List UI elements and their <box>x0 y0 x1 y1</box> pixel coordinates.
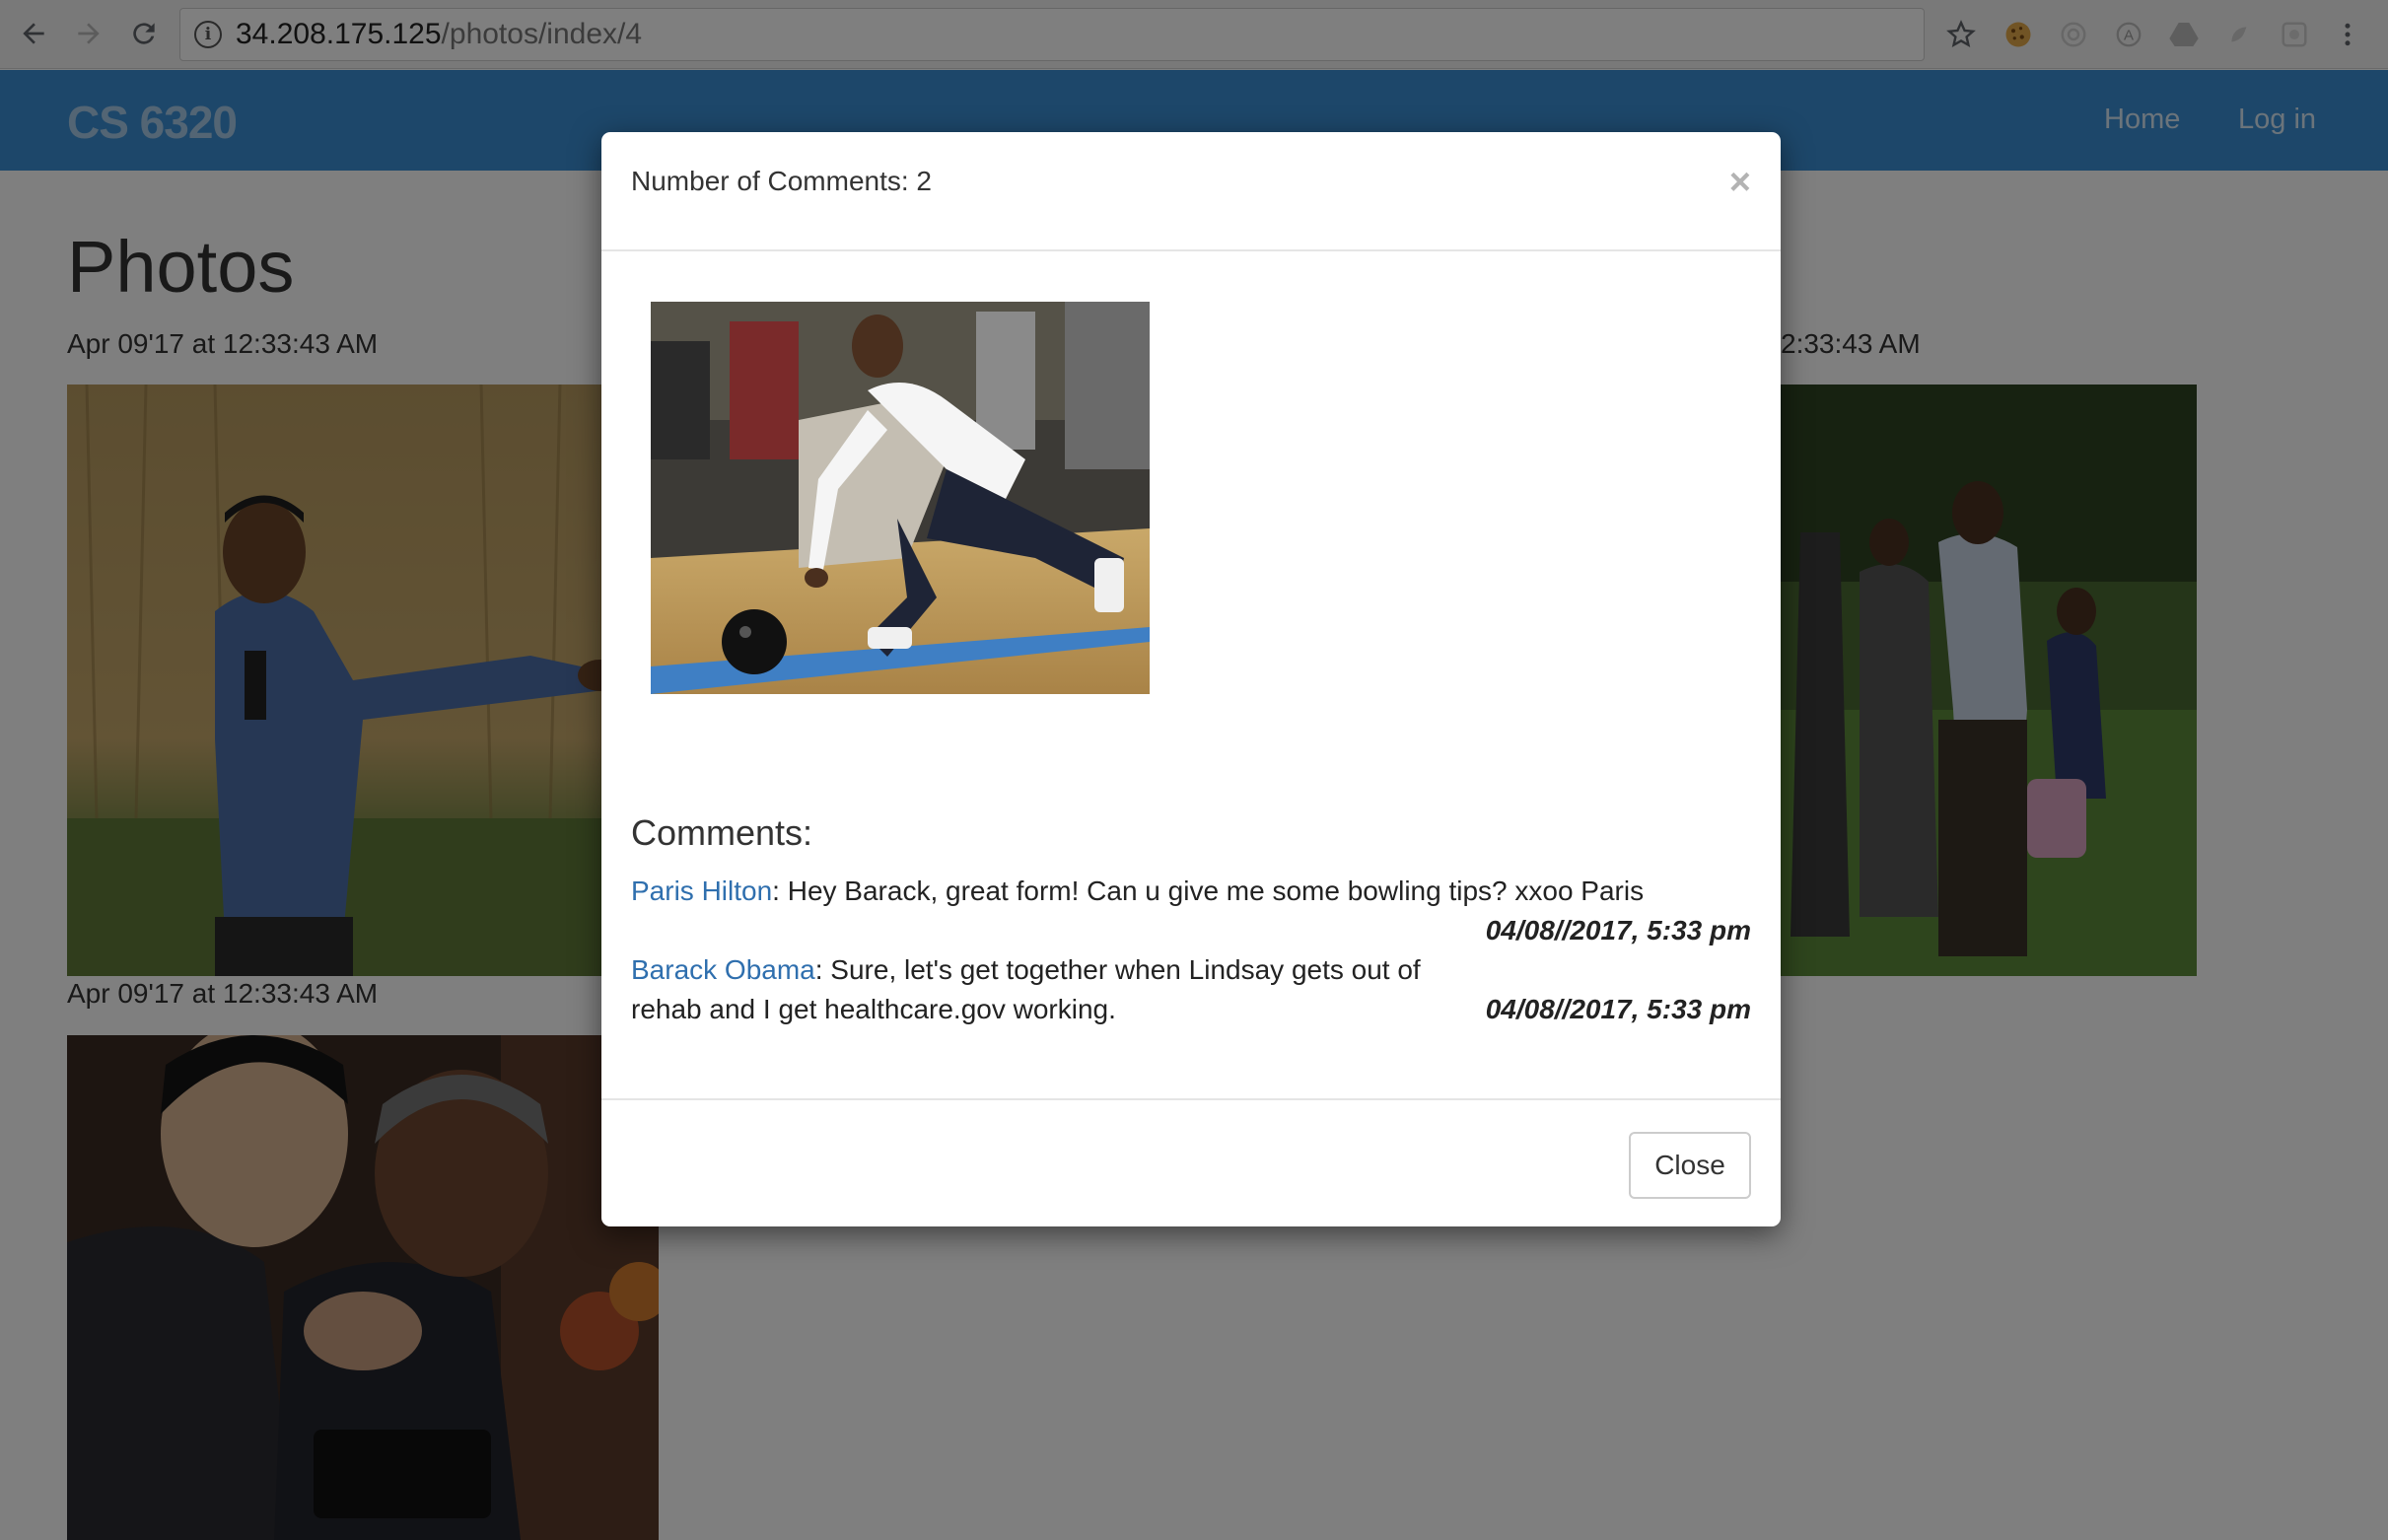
comment-date: 04/08//2017, 5:33 pm <box>1485 994 1751 1024</box>
close-icon[interactable]: × <box>1729 164 1751 201</box>
comment-author-link[interactable]: Paris Hilton <box>631 875 772 906</box>
modal-title: Number of Comments: 2 <box>631 166 932 196</box>
comment-item: Barack Obama: Sure, let's get together w… <box>631 950 1751 1029</box>
comments-heading: Comments: <box>631 812 813 853</box>
close-button[interactable]: Close <box>1629 1132 1751 1199</box>
comment-text: : Hey Barack, great form! Can u give me … <box>772 875 1645 906</box>
modal-header: Number of Comments: 2 × <box>601 132 1781 251</box>
comment-item: Paris Hilton: Hey Barack, great form! Ca… <box>631 872 1751 950</box>
modal-footer: Close <box>601 1098 1781 1226</box>
photo-image <box>651 302 1150 694</box>
comment-date: 04/08//2017, 5:33 pm <box>1485 915 1751 945</box>
comment-author-link[interactable]: Barack Obama <box>631 954 815 985</box>
comments-modal: Number of Comments: 2 × Comments: Paris … <box>601 132 1781 1226</box>
modal-photo <box>651 302 1150 694</box>
